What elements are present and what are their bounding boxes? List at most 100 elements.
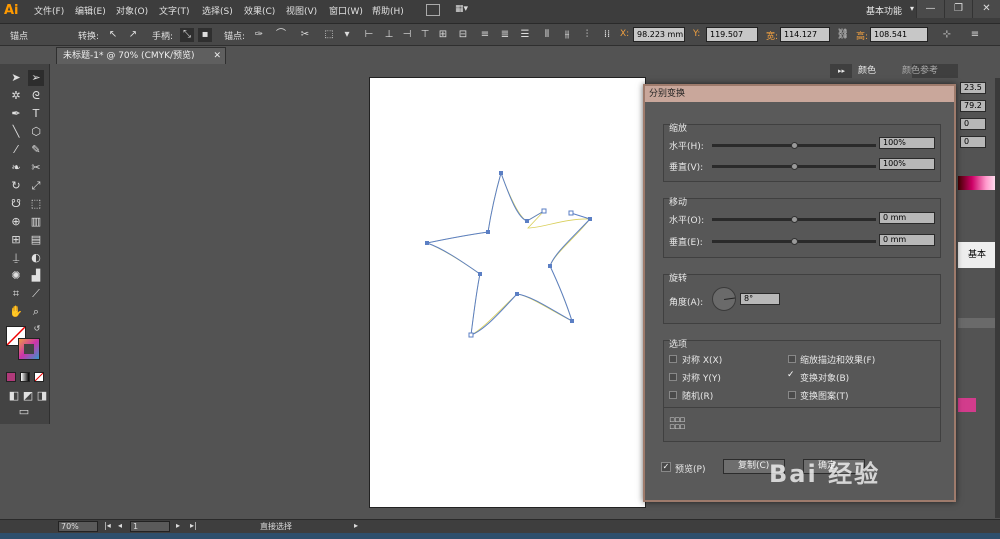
blob-brush-icon[interactable]: ❧	[8, 160, 24, 176]
menu-window[interactable]: 窗口(W)	[329, 4, 363, 17]
eraser-icon[interactable]: ✂	[28, 160, 44, 176]
rotate-tool-icon[interactable]: ↻	[8, 178, 24, 194]
scale-horizontal-thumb[interactable]	[790, 142, 798, 149]
reference-point-locator-icon[interactable]: ▫▫▫ ▫▫▫	[669, 416, 685, 432]
shape-tool-icon[interactable]: ⬡	[28, 124, 44, 140]
status-menu-icon[interactable]: ▸	[354, 521, 358, 530]
align-bottom-icon[interactable]: ⊟	[456, 28, 470, 42]
graph-tool-icon[interactable]: ▟	[28, 268, 44, 284]
align-center-icon[interactable]: ⊥	[382, 28, 396, 42]
swap-fill-stroke-icon[interactable]: ↺	[32, 324, 42, 334]
color-k-field[interactable]: 0	[960, 136, 986, 148]
star-shape[interactable]	[370, 78, 647, 509]
distribute-bottom-icon[interactable]: ☰	[518, 28, 532, 42]
selection-tool-icon[interactable]: ➤	[8, 70, 24, 86]
stroke-swatch[interactable]	[18, 338, 40, 360]
maximize-button[interactable]: ❐	[944, 0, 972, 18]
align-middle-icon[interactable]: ⊞	[436, 28, 450, 42]
next-artboard-icon[interactable]: ▸	[176, 521, 180, 530]
color-m-field[interactable]: 79.2	[960, 100, 986, 112]
transform-icon[interactable]: ⊹	[940, 28, 954, 42]
angle-dial[interactable]	[712, 287, 736, 311]
eyedropper-icon[interactable]: ⍊	[8, 250, 24, 266]
rotate-angle-field[interactable]: 8°	[740, 293, 780, 305]
distribute-top-icon[interactable]: ≡	[478, 28, 492, 42]
artboard[interactable]	[369, 77, 646, 508]
remove-anchor-icon[interactable]: ✑	[252, 28, 266, 42]
symbol-sprayer-icon[interactable]: ✺	[8, 268, 24, 284]
mesh-tool-icon[interactable]: ⊞	[8, 232, 24, 248]
scale-vertical-slider[interactable]	[712, 163, 876, 170]
current-tool-status[interactable]: 直接选择	[260, 521, 292, 532]
color-mode-icon[interactable]	[6, 372, 16, 382]
scale-strokes-checkbox[interactable]	[788, 355, 796, 363]
move-vertical-field[interactable]: 0 mm	[879, 234, 935, 246]
random-checkbox[interactable]	[669, 391, 677, 399]
scale-horizontal-field[interactable]: 100%	[879, 137, 935, 149]
constrain-proportions-icon[interactable]: ⛓	[836, 28, 850, 42]
none-mode-icon[interactable]	[34, 372, 44, 382]
line-tool-icon[interactable]: ╲	[8, 124, 24, 140]
gradient-mode-icon[interactable]	[20, 372, 30, 382]
workspace-dropdown-icon[interactable]: ▾	[910, 4, 914, 13]
distribute-left-icon[interactable]: ⫴	[540, 28, 554, 42]
x-field[interactable]: 98.223 mm	[633, 27, 685, 42]
tab-color-guide[interactable]: 颜色参考	[896, 64, 938, 78]
distribute-hcenter-icon[interactable]: ⫵	[560, 28, 574, 42]
blend-tool-icon[interactable]: ◐	[28, 250, 44, 266]
close-window-button[interactable]: ✕	[972, 0, 1000, 18]
move-vertical-slider[interactable]	[712, 238, 876, 245]
align-left-icon[interactable]: ⊢	[362, 28, 376, 42]
isolate-icon[interactable]: ⬚	[322, 28, 336, 42]
align-right-icon[interactable]: ⊣	[400, 28, 414, 42]
slice-tool-icon[interactable]: ⟋	[28, 286, 44, 302]
document-tab[interactable]: 未标题-1* @ 70% (CMYK/预览) ✕	[56, 47, 226, 64]
reflect-x-checkbox[interactable]	[669, 355, 677, 363]
shape-builder-icon[interactable]: ⊕	[8, 214, 24, 230]
menu-edit[interactable]: 编辑(E)	[75, 4, 106, 17]
first-artboard-icon[interactable]: |◂	[104, 521, 111, 530]
transform-patterns-checkbox[interactable]	[788, 391, 796, 399]
transform-objects-checkbox[interactable]: ✓	[787, 370, 797, 380]
magic-wand-icon[interactable]: ✲	[8, 88, 24, 104]
cut-path-icon[interactable]: ✂	[298, 28, 312, 42]
panel-collapse-icon[interactable]: ▸▸	[838, 64, 845, 78]
width-field[interactable]: 114.127	[780, 27, 830, 42]
prev-artboard-icon[interactable]: ◂	[118, 521, 122, 530]
move-horizontal-thumb[interactable]	[790, 216, 798, 223]
artboard-number-field[interactable]: 1	[130, 521, 170, 532]
gradient-tool-icon[interactable]: ▤	[28, 232, 44, 248]
scale-vertical-field[interactable]: 100%	[879, 158, 935, 170]
color-y-field[interactable]: 0	[960, 118, 986, 130]
reflect-y-checkbox[interactable]	[669, 373, 677, 381]
perspective-grid-icon[interactable]: ▥	[28, 214, 44, 230]
direct-selection-tool-icon[interactable]: ➢	[28, 70, 44, 86]
distribute-center-icon[interactable]: ≣	[498, 28, 512, 42]
close-tab-icon[interactable]: ✕	[213, 48, 221, 64]
menu-object[interactable]: 对象(O)	[116, 4, 148, 17]
pencil-icon[interactable]: ✎	[28, 142, 44, 158]
draw-inside-icon[interactable]: ◨	[34, 388, 50, 404]
menu-view[interactable]: 视图(V)	[286, 4, 317, 17]
align-to-icon[interactable]: ▾	[340, 28, 354, 42]
zoom-field[interactable]: 70%	[58, 521, 98, 532]
arrange-documents-icon[interactable]: ▦▾	[455, 4, 475, 16]
hand-tool-icon[interactable]: ✋	[8, 304, 24, 320]
menu-type[interactable]: 文字(T)	[159, 4, 190, 17]
scale-horizontal-slider[interactable]	[712, 142, 876, 149]
connect-anchor-icon[interactable]: ⌒	[274, 28, 288, 42]
swatch-pink[interactable]	[958, 398, 976, 412]
height-field[interactable]: 108.541	[870, 27, 928, 42]
color-spectrum[interactable]	[958, 176, 1000, 190]
distribute-right-icon[interactable]: ⫶	[580, 28, 594, 42]
type-tool-icon[interactable]: T	[28, 106, 44, 122]
move-horizontal-field[interactable]: 0 mm	[879, 212, 935, 224]
free-transform-icon[interactable]: ⬚	[28, 196, 44, 212]
control-menu-icon[interactable]: ≡	[968, 28, 982, 42]
artboard-tool-icon[interactable]: ⌗	[8, 286, 24, 302]
reference-point-icon[interactable]: ⁞⁞	[600, 28, 614, 42]
paintbrush-icon[interactable]: ⁄	[8, 142, 24, 158]
menu-effect[interactable]: 效果(C)	[244, 4, 275, 17]
scale-tool-icon[interactable]: ⤢	[28, 178, 44, 194]
move-vertical-thumb[interactable]	[790, 238, 798, 245]
